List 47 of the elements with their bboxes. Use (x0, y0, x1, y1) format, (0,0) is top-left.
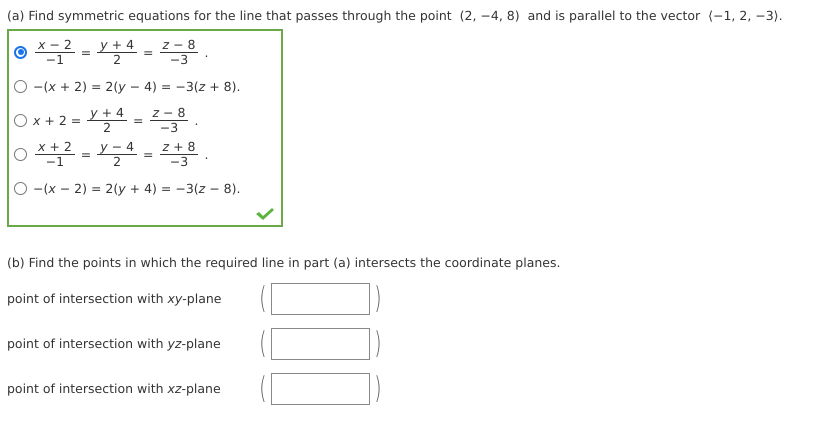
fraction-numerator: y + 4 (87, 106, 128, 120)
check-icon (255, 207, 275, 221)
answer-field[interactable] (270, 372, 370, 404)
radio-button[interactable] (14, 114, 27, 126)
field-label: point of intersection with yz-plane (7, 336, 222, 351)
fraction-denominator: −1 (44, 154, 66, 168)
fraction-denominator: 2 (102, 120, 112, 134)
equation-text: −(x + 2) = 2(y − 4) = −3(z + 8). (33, 78, 240, 94)
parenthesis: ( (259, 374, 266, 404)
question-text: (a) Find symmetric equations for the line that passes through the point (2, −4, 8) and is parallel to the vector ⟨−1, 2, −3⟩. (7, 8, 784, 23)
equation-text: x + 2 = (33, 112, 82, 128)
equation-text: = (143, 146, 154, 162)
fraction-denominator: −3 (168, 154, 190, 168)
fraction-numerator: x − 2 (35, 38, 75, 52)
radio-button[interactable] (14, 182, 27, 194)
question-text: (b) Find the points in which the required line in part (a) intersects the coordinate planes. (7, 255, 562, 270)
fraction-denominator: −3 (158, 120, 180, 134)
equation-text: = (143, 44, 154, 60)
equation-text: −(x − 2) = 2(y + 4) = −3(z − 8). (33, 180, 240, 196)
parenthesis: ) (374, 374, 382, 404)
parenthesis: ( (259, 284, 266, 314)
fraction-denominator: 2 (112, 52, 122, 66)
radio-button[interactable] (14, 46, 27, 58)
equation-text: . (204, 44, 208, 60)
parenthesis: ( (259, 328, 266, 358)
radio-button[interactable] (14, 80, 27, 92)
fraction-numerator: y + 4 (97, 38, 138, 52)
field-label: point of intersection with xz-plane (7, 381, 222, 396)
parenthesis: ) (374, 328, 382, 358)
fraction-numerator: z − 8 (150, 106, 188, 120)
fraction-denominator: −1 (44, 52, 66, 66)
fraction-numerator: z + 8 (160, 140, 198, 154)
radio-button[interactable] (14, 148, 27, 160)
fraction-numerator: z − 8 (160, 38, 198, 52)
equation-text: . (204, 146, 208, 162)
equation-text: = (80, 44, 92, 60)
equation-text: = (80, 146, 92, 162)
fraction-denominator: 2 (112, 154, 122, 168)
answer-field[interactable] (270, 282, 370, 314)
equation-text: . (194, 112, 198, 128)
fraction-denominator: −3 (168, 52, 190, 66)
answer-field[interactable] (270, 328, 370, 360)
field-label: point of intersection with xy-plane (7, 291, 222, 306)
parenthesis: ) (374, 284, 382, 314)
fraction-numerator: x + 2 (35, 140, 75, 154)
fraction-numerator: y − 4 (97, 140, 138, 154)
equation-text: = (133, 112, 144, 128)
